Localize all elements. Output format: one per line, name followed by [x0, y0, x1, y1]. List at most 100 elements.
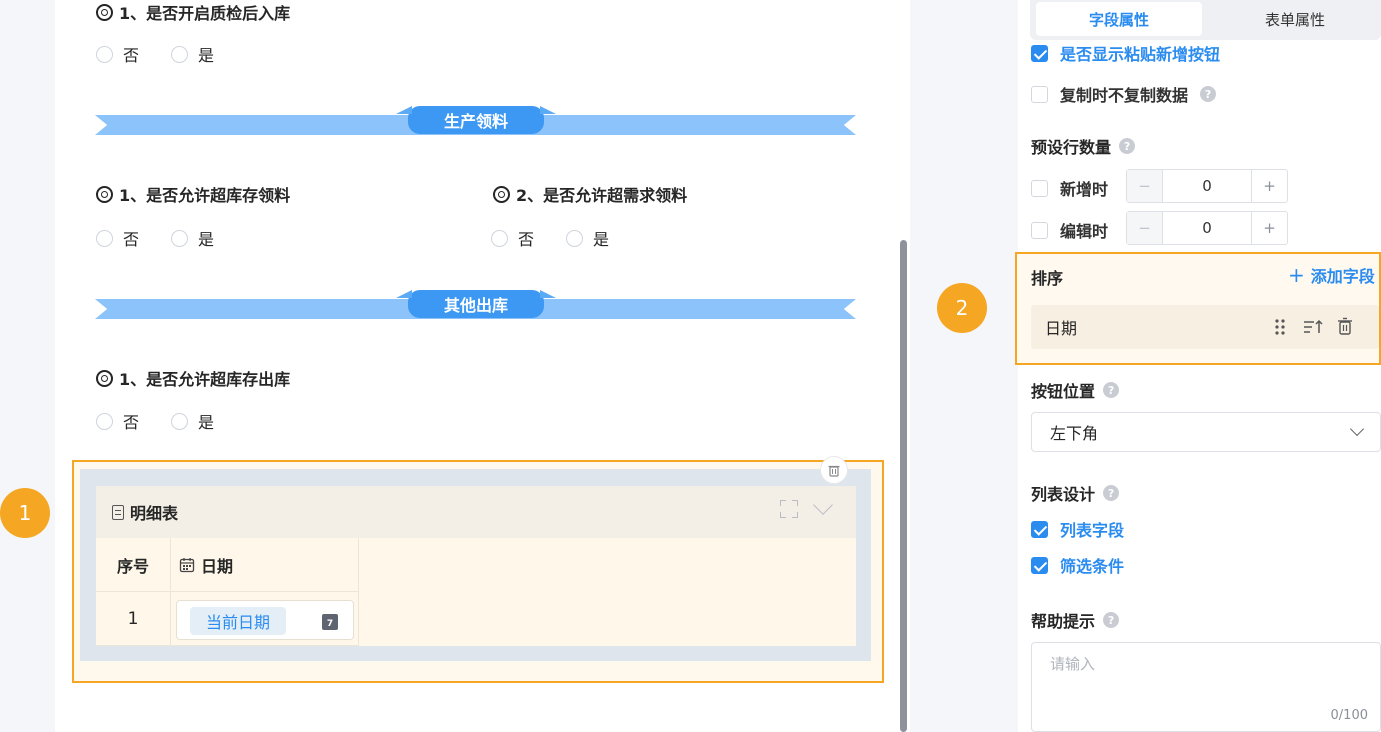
section-title-text: 按钮位置	[1031, 382, 1096, 401]
question-over-demand-picking: 2、是否允许超需求领料	[493, 182, 687, 206]
checkbox-checked[interactable]	[1031, 520, 1048, 538]
radio-yes[interactable]	[171, 412, 189, 430]
radio-no[interactable]	[96, 45, 113, 63]
help-icon[interactable]: ?	[1103, 485, 1120, 501]
option-copy-without-data[interactable]: 复制时不复制数据 ?	[1031, 82, 1217, 106]
checkbox-unchecked[interactable]	[1031, 85, 1048, 103]
sort-title: 排序	[1031, 269, 1064, 288]
date-field[interactable]: 当前日期 7	[176, 600, 354, 640]
option-label: 是否显示粘贴新增按钮	[1060, 45, 1221, 64]
detail-table-title-text: 明细表	[130, 504, 179, 523]
fullscreen-icon[interactable]	[780, 500, 798, 518]
question-quality-check: 1、是否开启质检后入库	[96, 0, 290, 24]
radio-no-label: 否	[123, 413, 140, 432]
section-banner-other-outbound: 其他出库	[95, 290, 856, 320]
radio-yes-label: 是	[593, 230, 610, 249]
calendar-icon	[179, 557, 195, 572]
radio-yes-label: 是	[198, 230, 215, 249]
radio-group-q3: 否 是	[491, 226, 631, 250]
sort-item-label: 日期	[1045, 319, 1078, 338]
row-index-cell: 1	[96, 592, 171, 646]
tab-form-properties[interactable]: 表单属性	[1220, 2, 1370, 36]
question-title: 1、是否允许超库存领料	[119, 186, 291, 205]
checkbox-unchecked[interactable]	[1031, 221, 1048, 239]
help-tip-title: 帮助提示 ?	[1031, 608, 1120, 632]
section-title-text: 列表设计	[1031, 485, 1096, 504]
col-header-date-label: 日期	[201, 556, 234, 576]
target-icon	[493, 185, 510, 203]
chevron-down-icon[interactable]	[813, 495, 833, 515]
radio-yes-label: 是	[198, 46, 215, 65]
drag-handle-icon[interactable]	[1274, 318, 1286, 336]
checkbox-checked[interactable]	[1031, 44, 1048, 62]
section-banner-production: 生产领料	[95, 106, 856, 136]
banner-title: 其他出库	[408, 290, 544, 318]
col-header-index: 序号	[96, 538, 171, 592]
option-label: 筛选条件	[1060, 557, 1125, 576]
step-badge-2: 2	[937, 283, 987, 333]
sort-ascending-icon[interactable]	[1303, 318, 1323, 336]
option-filter-conditions[interactable]: 筛选条件	[1031, 553, 1124, 577]
radio-group-q2: 否 是	[96, 226, 236, 250]
checkbox-checked[interactable]	[1031, 556, 1048, 574]
canvas-scrollbar[interactable]	[900, 240, 907, 732]
option-preset-on-add[interactable]: 新增时	[1031, 176, 1108, 200]
trash-icon[interactable]	[1337, 317, 1353, 336]
delete-component-button[interactable]	[820, 456, 848, 484]
increment-button[interactable]: +	[1251, 170, 1287, 202]
option-show-paste-button[interactable]: 是否显示粘贴新增按钮	[1031, 41, 1220, 65]
checkbox-unchecked[interactable]	[1031, 179, 1048, 197]
trash-icon	[828, 465, 840, 477]
banner-title: 生产领料	[408, 106, 544, 134]
stepper-value[interactable]: 0	[1163, 170, 1251, 202]
radio-no[interactable]	[96, 229, 113, 247]
radio-no[interactable]	[491, 229, 508, 247]
radio-yes[interactable]	[566, 229, 584, 247]
preset-on-edit-stepper[interactable]: − 0 +	[1126, 211, 1288, 245]
option-list-fields[interactable]: 列表字段	[1031, 517, 1124, 541]
help-icon[interactable]: ?	[1103, 612, 1120, 628]
calendar-icon[interactable]: 7	[322, 614, 338, 630]
sort-item[interactable]: 日期	[1031, 305, 1379, 349]
preset-on-add-stepper[interactable]: − 0 +	[1126, 169, 1288, 203]
textarea-placeholder: 请输入	[1050, 655, 1096, 673]
list-design-title: 列表设计 ?	[1031, 481, 1120, 505]
char-counter: 0/100	[1330, 708, 1368, 723]
tab-field-properties[interactable]: 字段属性	[1036, 2, 1202, 36]
preset-rows-title: 预设行数量 ?	[1031, 134, 1136, 158]
document-icon	[112, 504, 124, 520]
help-icon[interactable]: ?	[1200, 86, 1217, 102]
chevron-down-icon	[1349, 421, 1365, 437]
section-title-text: 帮助提示	[1031, 612, 1096, 631]
question-title: 2、是否允许超需求领料	[516, 186, 688, 205]
properties-tabs: 字段属性 表单属性	[1030, 0, 1381, 40]
col-header-date: 日期	[171, 538, 359, 592]
decrement-button[interactable]: −	[1127, 170, 1163, 202]
radio-yes[interactable]	[171, 45, 189, 63]
radio-no-label: 否	[123, 230, 140, 249]
option-label: 复制时不复制数据	[1060, 86, 1189, 105]
increment-button[interactable]: +	[1251, 212, 1287, 244]
button-position-select[interactable]: 左下角	[1031, 412, 1381, 452]
radio-no-label: 否	[518, 230, 535, 249]
option-label: 编辑时	[1060, 222, 1109, 241]
detail-table-header: 明细表	[96, 486, 856, 538]
add-sort-field-button[interactable]: + 添加字段	[1288, 263, 1375, 287]
radio-no[interactable]	[96, 412, 113, 430]
decrement-button[interactable]: −	[1127, 212, 1163, 244]
option-label: 列表字段	[1060, 521, 1125, 540]
add-sort-field-label: 添加字段	[1310, 267, 1375, 286]
detail-table-title: 明细表	[112, 500, 178, 524]
stepper-value[interactable]: 0	[1163, 212, 1251, 244]
help-icon[interactable]: ?	[1119, 138, 1136, 154]
radio-group-q1: 否 是	[96, 42, 236, 66]
step-badge-1: 1	[0, 488, 50, 538]
option-preset-on-edit[interactable]: 编辑时	[1031, 218, 1108, 242]
target-icon	[96, 185, 113, 203]
option-label: 新增时	[1060, 180, 1109, 199]
help-icon[interactable]: ?	[1103, 382, 1120, 398]
help-tip-textarea[interactable]: 请输入 0/100	[1031, 642, 1381, 732]
target-icon	[96, 3, 113, 21]
question-title: 1、是否允许超库存出库	[119, 370, 291, 389]
radio-yes[interactable]	[171, 229, 189, 247]
